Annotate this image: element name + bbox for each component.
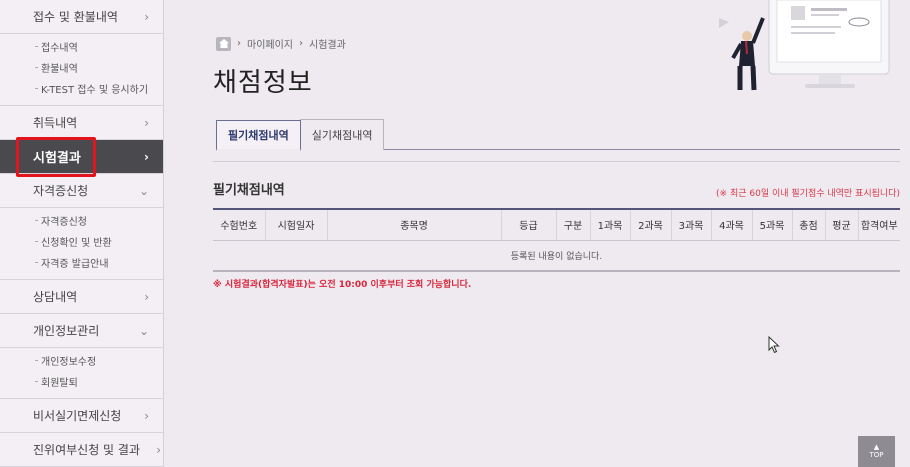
menu-personal-info[interactable]: 개인정보관리 ⌄ <box>0 314 163 348</box>
menu-exam-results[interactable]: 시험결과 › <box>0 140 163 174</box>
chevron-right-icon: › <box>144 9 149 24</box>
breadcrumb: › 마이페이지 › 시험결과 <box>216 36 346 51</box>
empty-message: 등록된 내용이 없습니다. <box>213 240 900 272</box>
chevron-right-icon: › <box>144 289 149 304</box>
menu-receipt-refund[interactable]: 접수 및 환불내역 › <box>0 0 163 34</box>
score-tabs: 필기채점내역 실기채점내역 <box>216 119 900 151</box>
submenu-item[interactable]: 자격증신청 <box>0 210 163 231</box>
menu-label: 시험결과 <box>33 151 81 166</box>
breadcrumb-item[interactable]: 마이페이지 <box>247 36 293 51</box>
breadcrumb-item: 시험결과 <box>309 40 346 51</box>
scroll-top-button[interactable]: ▲ TOP <box>858 436 895 467</box>
submenu-item[interactable]: 신청확인 및 반환 <box>0 231 163 252</box>
column-header: 시험일자 <box>265 208 328 241</box>
scores-table: 수험번호 시험일자 종목명 등급 구분 1과목 2과목 3과목 4과목 5과목 … <box>213 208 900 272</box>
tab-written-scores[interactable]: 필기채점내역 <box>216 120 301 151</box>
chevron-right-icon: › <box>144 115 149 130</box>
column-header: 수험번호 <box>213 208 266 241</box>
menu-label: 비서실기면제신청 <box>33 409 122 423</box>
chevron-down-icon: ⌄ <box>138 183 149 198</box>
submenu-item[interactable]: K-TEST 접수 및 응시하기 <box>0 78 163 99</box>
menu-label: 개인정보관리 <box>33 324 100 338</box>
submenu-item[interactable]: 개인정보수정 <box>0 350 163 371</box>
mouse-cursor-icon <box>768 336 780 354</box>
submenu-item[interactable]: 접수내역 <box>0 36 163 57</box>
column-header: 종목명 <box>327 208 502 241</box>
submenu-certificate: 자격증신청 신청확인 및 반환 자격증 발급안내 <box>0 208 163 280</box>
column-header: 1과목 <box>590 208 631 241</box>
menu-authenticity[interactable]: 진위여부신청 및 결과 › <box>0 433 163 467</box>
tab-practical-scores[interactable]: 실기채점내역 <box>299 119 385 150</box>
divider <box>213 161 900 162</box>
column-header: 5과목 <box>752 208 793 241</box>
sidebar: 접수 및 환불내역 › 접수내역 환불내역 K-TEST 접수 및 응시하기 취… <box>0 0 164 467</box>
page-title: 채점정보 <box>213 68 313 98</box>
chevron-right-icon: › <box>144 149 149 164</box>
businessman-illustration <box>719 0 890 91</box>
submenu-personal-info: 개인정보수정 회원탈퇴 <box>0 348 163 399</box>
menu-label: 자격증신청 <box>33 184 89 198</box>
home-icon[interactable] <box>216 36 231 51</box>
menu-label: 접수 및 환불내역 <box>33 10 118 24</box>
breadcrumb-separator: › <box>299 38 303 49</box>
menu-consultation[interactable]: 상담내역 › <box>0 280 163 314</box>
submenu-receipt-refund: 접수내역 환불내역 K-TEST 접수 및 응시하기 <box>0 34 163 106</box>
table-header-row: 수험번호 시험일자 종목명 등급 구분 1과목 2과목 3과목 4과목 5과목 … <box>213 208 900 241</box>
column-header: 2과목 <box>630 208 672 241</box>
chevron-right-icon: › <box>156 442 161 457</box>
caret-up-icon: ▲ <box>873 443 880 451</box>
column-header: 4과목 <box>711 208 753 241</box>
menu-label: 진위여부신청 및 결과 <box>33 443 140 457</box>
chevron-right-icon: › <box>144 408 149 423</box>
menu-label: 상담내역 <box>33 290 78 304</box>
submenu-item[interactable]: 환불내역 <box>0 57 163 78</box>
table-row: 등록된 내용이 없습니다. <box>213 240 900 272</box>
column-header: 등급 <box>501 208 557 241</box>
column-header: 3과목 <box>671 208 712 241</box>
menu-secretary-exemption[interactable]: 비서실기면제신청 › <box>0 399 163 433</box>
column-header: 총점 <box>792 208 826 241</box>
column-header: 평균 <box>825 208 859 241</box>
result-time-notice: ※ 시험결과(합격자발표)는 오전 10:00 이후부터 조회 가능합니다. <box>213 280 472 290</box>
main-content: › 마이페이지 › 시험결과 채점정보 필기채점내역 실기채점내역 필기채점내역… <box>164 0 910 467</box>
top-label: TOP <box>869 451 884 459</box>
recent-notice: (※ 최근 60일 이내 필기점수 내역만 표시됩니다) <box>716 189 900 199</box>
menu-acquisition[interactable]: 취득내역 › <box>0 106 163 140</box>
submenu-item[interactable]: 회원탈퇴 <box>0 371 163 392</box>
chevron-down-icon: ⌄ <box>138 323 149 338</box>
column-header: 구분 <box>556 208 591 241</box>
submenu-item[interactable]: 자격증 발급안내 <box>0 252 163 273</box>
menu-certificate-apply[interactable]: 자격증신청 ⌄ <box>0 174 163 208</box>
menu-label: 취득내역 <box>33 116 78 130</box>
section-title: 필기채점내역 <box>213 183 285 198</box>
breadcrumb-separator: › <box>237 38 241 49</box>
column-header: 합격여부 <box>858 208 900 241</box>
